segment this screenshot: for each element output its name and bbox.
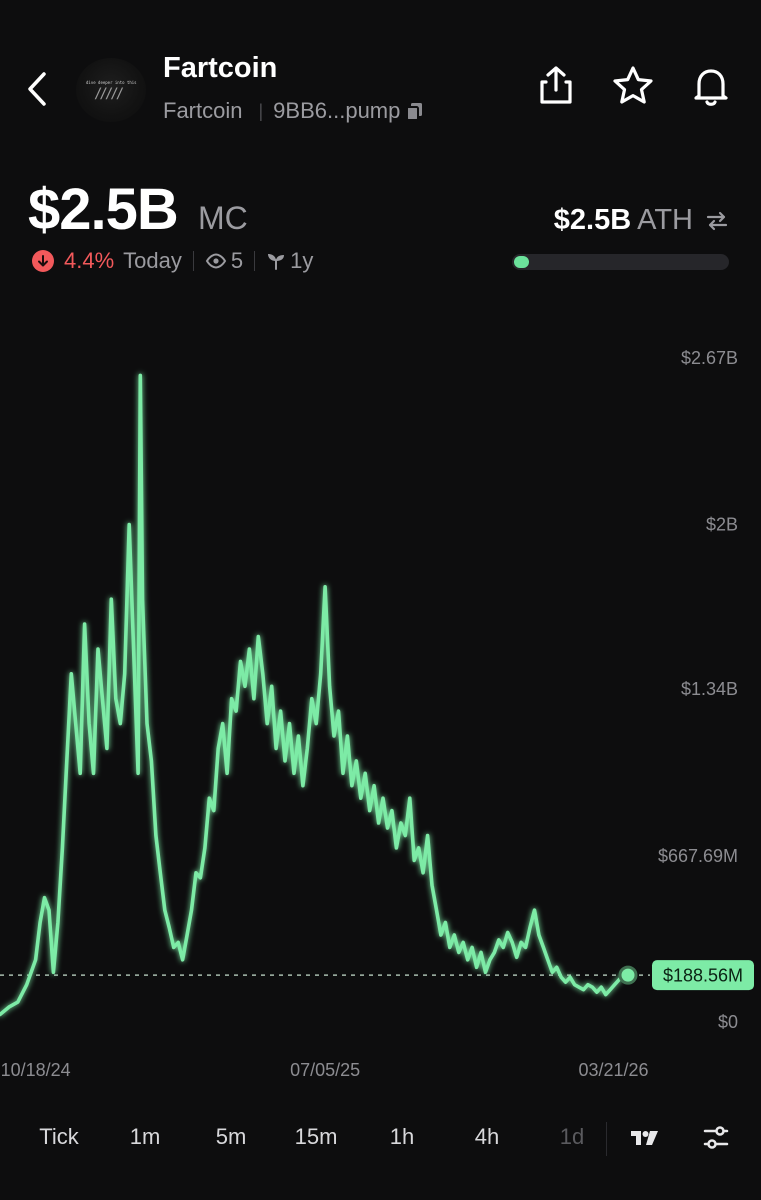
ath-label: ATH (637, 204, 693, 236)
token-symbol: Fartcoin (163, 98, 243, 123)
share-button[interactable] (534, 64, 578, 108)
divider (606, 1122, 607, 1156)
chart-settings-button[interactable] (702, 1124, 730, 1157)
ath-progress-bar (512, 254, 729, 270)
current-value-text: $188.56M (663, 966, 743, 986)
token-subtitle: Fartcoin | 9BB6...pump (163, 98, 424, 124)
eye-icon (205, 253, 227, 269)
copy-icon[interactable] (406, 101, 424, 121)
x-tick-label: 03/21/26 (578, 1060, 648, 1080)
tradingview-icon (631, 1131, 658, 1145)
y-axis: $2.67B $2B $1.34B $667.69M $0 (658, 348, 738, 1032)
market-cap-unit: MC (198, 200, 248, 236)
logo-tagline: dive deeper into this (86, 80, 137, 85)
sliders-icon (703, 1126, 729, 1149)
interval-15m[interactable]: 15m (295, 1124, 338, 1150)
x-axis: 10/18/24 07/05/25 03/21/26 (1, 1060, 649, 1080)
y-tick-label: $1.34B (681, 679, 738, 699)
divider (254, 251, 256, 271)
star-icon (613, 66, 653, 104)
token-logo: dive deeper into this ///// (76, 58, 146, 122)
market-cap-chart[interactable]: $2.67B $2B $1.34B $667.69M $0 10/18/24 07/05/… (0, 300, 761, 1100)
change-percent: 4.4% (64, 248, 115, 273)
interval-1d[interactable]: 1d (560, 1124, 584, 1150)
alert-button[interactable] (689, 64, 733, 108)
divider: | (258, 100, 264, 121)
interval-tick[interactable]: Tick (39, 1124, 79, 1150)
interval-5m[interactable]: 5m (216, 1124, 247, 1150)
contract-address[interactable]: 9BB6...pump (273, 98, 400, 124)
x-tick-label: 07/05/25 (290, 1060, 360, 1080)
ath-progress-fill (514, 256, 529, 268)
sprout-icon (268, 254, 285, 270)
x-tick-label: 10/18/24 (1, 1060, 71, 1080)
chevron-left-icon (28, 72, 46, 106)
views-count: 5 (230, 248, 244, 273)
interval-1h[interactable]: 1h (390, 1124, 414, 1150)
arrow-down-icon (32, 250, 54, 272)
back-button[interactable] (18, 64, 58, 114)
ath-value: $2.5B (553, 204, 632, 236)
divider (192, 251, 194, 271)
current-value-label: $188.56M (652, 960, 754, 991)
ath-row[interactable]: $2.5B ATH (554, 204, 729, 237)
chart-type-button[interactable] (630, 1128, 660, 1153)
y-tick-label: $667.69M (658, 846, 738, 866)
current-value-dot (618, 965, 638, 985)
share-icon (540, 66, 572, 104)
logo-mark: ///// (94, 86, 124, 102)
token-age: 1y (290, 248, 314, 273)
token-name: Fartcoin (163, 52, 278, 84)
change-period-label: Today (123, 248, 182, 273)
series-line-market-cap (0, 373, 630, 1017)
market-cap-value: $2.5B (28, 177, 179, 242)
y-tick-label: $0 (718, 1012, 738, 1032)
swap-icon[interactable] (705, 210, 729, 232)
bell-icon (694, 69, 728, 106)
interval-1m[interactable]: 1m (130, 1124, 161, 1150)
interval-4h[interactable]: 4h (475, 1124, 499, 1150)
y-tick-label: $2B (706, 515, 738, 535)
stats-row: 4.4% Today 5 1y (32, 248, 313, 274)
favorite-button[interactable] (611, 64, 655, 108)
y-tick-label: $2.67B (681, 348, 738, 368)
